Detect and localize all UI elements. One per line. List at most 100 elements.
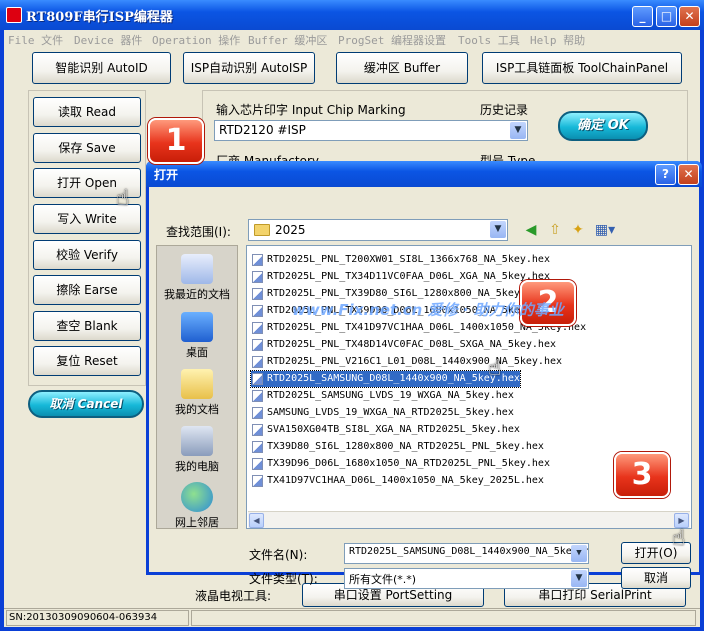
menu-tools[interactable]: Tools 工具 bbox=[458, 32, 520, 48]
ok-button[interactable]: 确定 OK bbox=[558, 111, 648, 141]
filename-label: 文件名(N): bbox=[249, 548, 308, 562]
file-name: TX41D97VC1HAA_D06L_1400x1050_NA_5key_202… bbox=[267, 475, 544, 486]
back-icon[interactable]: ◀ bbox=[521, 220, 541, 240]
erase-button[interactable]: 擦除 Earse bbox=[33, 275, 141, 305]
chevron-down-icon[interactable]: ▼ bbox=[510, 122, 526, 139]
menu-buffer[interactable]: Buffer 缓冲区 bbox=[248, 32, 327, 48]
hex-file-icon bbox=[252, 254, 263, 266]
file-name: TX39D96_D06L_1680x1050_NA_RTD2025L_PNL_5… bbox=[267, 458, 550, 469]
chevron-down-icon[interactable]: ▼ bbox=[571, 545, 587, 562]
file-item[interactable]: RTD2025L_SAMSUNG_D08L_1440x900_NA_5key.h… bbox=[250, 370, 521, 388]
autoisp-button[interactable]: ISP自动识别 AutoISP bbox=[183, 52, 315, 84]
cancel-button[interactable]: 取消 bbox=[621, 567, 691, 589]
filetype-value: 所有文件(*.*) bbox=[349, 573, 417, 586]
close-button[interactable]: ✕ bbox=[679, 6, 700, 27]
look-in-combo[interactable]: 2025 ▼ bbox=[248, 219, 508, 241]
file-item[interactable]: RTD2025L_PNL_T200XW01_SI8L_1366x768_NA_5… bbox=[251, 252, 550, 268]
title-bar[interactable]: RT809F串行ISP编程器 _ □ ✕ bbox=[0, 0, 704, 30]
file-name: SVA150XG04TB_SI8L_XGA_NA_RTD2025L_5key.h… bbox=[267, 424, 520, 435]
hex-file-icon bbox=[252, 356, 263, 368]
file-item[interactable]: RTD2025L_SAMSUNG_LVDS_19_WXGA_NA_5key.he… bbox=[251, 388, 514, 404]
open-file-dialog: 打开 ? ✕ 查找范围(I): 2025 ▼ ◀ ⇧ ✦ ▦▾ 我最近的文档 桌… bbox=[146, 161, 702, 589]
chevron-down-icon[interactable]: ▼ bbox=[490, 221, 506, 238]
hex-file-icon bbox=[252, 271, 263, 283]
serial-number-status: SN:20130309090604-063934 bbox=[6, 610, 189, 626]
help-button[interactable]: ? bbox=[655, 164, 676, 185]
history-label: 历史记录 bbox=[480, 103, 529, 117]
network-places-icon bbox=[181, 482, 213, 512]
filename-value: RTD2025L_SAMSUNG_D08L_1440x900_NA_5key.h… bbox=[349, 546, 589, 557]
recent-documents-icon bbox=[181, 254, 213, 284]
cancel-operation-button[interactable]: 取消 Cancel bbox=[28, 390, 144, 418]
new-folder-icon[interactable]: ✦ bbox=[568, 220, 588, 240]
menu-help[interactable]: Help 帮助 bbox=[530, 32, 585, 48]
menu-bar: File 文件 Device 器件 Operation 操作 Buffer 缓冲… bbox=[4, 30, 700, 48]
callout-step-3: 3 bbox=[614, 452, 670, 498]
pointer-hand-icon: ☝ bbox=[116, 186, 130, 211]
verify-button[interactable]: 校验 Verify bbox=[33, 240, 141, 270]
window-title: RT809F串行ISP编程器 bbox=[26, 10, 173, 25]
chip-marking-label: 输入芯片印字 Input Chip Marking bbox=[216, 103, 406, 117]
hex-file-icon bbox=[252, 322, 263, 334]
file-item[interactable]: RTD2025L_PNL_V216C1_L01_D08L_1440x900_NA… bbox=[251, 354, 562, 370]
hex-file-icon bbox=[252, 390, 263, 402]
look-in-label: 查找范围(I): bbox=[166, 225, 231, 239]
autoid-button[interactable]: 智能识别 AutoID bbox=[32, 52, 171, 84]
my-computer-icon bbox=[181, 426, 213, 456]
place-my-computer[interactable]: 我的电脑 bbox=[157, 426, 237, 474]
horizontal-scrollbar[interactable]: ◀ ▶ bbox=[248, 511, 690, 528]
chip-marking-combo[interactable]: RTD2120 #ISP ▼ bbox=[214, 120, 528, 141]
up-folder-icon[interactable]: ⇧ bbox=[545, 220, 565, 240]
file-item[interactable]: TX39D96_D06L_1680x1050_NA_RTD2025L_PNL_5… bbox=[251, 456, 550, 472]
blank-check-button[interactable]: 查空 Blank bbox=[33, 311, 141, 341]
hex-file-icon bbox=[252, 288, 263, 300]
maximize-button[interactable]: □ bbox=[656, 6, 677, 27]
file-item[interactable]: TX41D97VC1HAA_D06L_1400x1050_NA_5key_202… bbox=[251, 473, 544, 489]
scroll-left-icon[interactable]: ◀ bbox=[249, 513, 264, 528]
pointer-hand-icon: ☝ bbox=[488, 356, 502, 381]
chip-marking-value: RTD2120 #ISP bbox=[219, 123, 306, 137]
desktop-icon bbox=[181, 312, 213, 342]
place-recent[interactable]: 我最近的文档 bbox=[157, 254, 237, 302]
buffer-button[interactable]: 缓冲区 Buffer bbox=[336, 52, 468, 84]
file-name: RTD2025L_SAMSUNG_LVDS_19_WXGA_NA_5key.he… bbox=[267, 390, 514, 401]
folder-icon bbox=[254, 224, 270, 236]
dialog-title-bar[interactable]: 打开 ? ✕ bbox=[146, 161, 702, 187]
file-name: RTD2025L_PNL_TX48D14VC0FAC_D08L_SXGA_NA_… bbox=[267, 339, 556, 350]
file-item[interactable]: RTD2025L_PNL_TX48D14VC0FAC_D08L_SXGA_NA_… bbox=[251, 337, 556, 353]
filetype-select[interactable]: 所有文件(*.*) ▼ bbox=[344, 568, 589, 589]
file-item[interactable]: RTD2025L_PNL_TX34D11VC0FAA_D06L_XGA_NA_5… bbox=[251, 269, 550, 285]
place-desktop[interactable]: 桌面 bbox=[157, 312, 237, 360]
app-icon bbox=[6, 7, 22, 23]
dialog-body: 查找范围(I): 2025 ▼ ◀ ⇧ ✦ ▦▾ 我最近的文档 桌面 我的文档 bbox=[149, 187, 699, 589]
menu-file[interactable]: File 文件 bbox=[8, 32, 63, 48]
chevron-down-icon[interactable]: ▼ bbox=[571, 570, 587, 587]
toolchain-panel-button[interactable]: ISP工具链面板 ToolChainPanel bbox=[482, 52, 682, 84]
file-name: TX39D80_SI6L_1280x800_NA_RTD2025L_PNL_5k… bbox=[267, 441, 544, 452]
my-documents-icon bbox=[181, 369, 213, 399]
menu-device[interactable]: Device 器件 bbox=[74, 32, 142, 48]
place-my-documents[interactable]: 我的文档 bbox=[157, 369, 237, 417]
file-name: SAMSUNG_LVDS_19_WXGA_NA_RTD2025L_5key.he… bbox=[267, 407, 514, 418]
hex-file-icon bbox=[252, 305, 263, 317]
save-button[interactable]: 保存 Save bbox=[33, 133, 141, 163]
hex-file-icon bbox=[252, 458, 263, 470]
dialog-close-button[interactable]: ✕ bbox=[678, 164, 699, 185]
file-item[interactable]: TX39D80_SI6L_1280x800_NA_RTD2025L_PNL_5k… bbox=[251, 439, 544, 455]
menu-operation[interactable]: Operation 操作 bbox=[152, 32, 240, 48]
file-item[interactable]: SAMSUNG_LVDS_19_WXGA_NA_RTD2025L_5key.he… bbox=[251, 405, 514, 421]
hex-file-icon bbox=[252, 339, 263, 351]
dialog-title: 打开 bbox=[154, 168, 179, 182]
file-item[interactable]: SVA150XG04TB_SI8L_XGA_NA_RTD2025L_5key.h… bbox=[251, 422, 520, 438]
file-name: RTD2025L_PNL_TX34D11VC0FAA_D06L_XGA_NA_5… bbox=[267, 271, 550, 282]
reset-button[interactable]: 复位 Reset bbox=[33, 346, 141, 376]
file-name: RTD2025L_SAMSUNG_D08L_1440x900_NA_5key.h… bbox=[267, 373, 520, 384]
place-network[interactable]: 网上邻居 bbox=[157, 482, 237, 530]
minimize-button[interactable]: _ bbox=[632, 6, 653, 27]
look-in-value: 2025 bbox=[275, 223, 306, 237]
read-button[interactable]: 读取 Read bbox=[33, 97, 141, 127]
view-menu-icon[interactable]: ▦▾ bbox=[592, 220, 618, 240]
filename-input[interactable]: RTD2025L_SAMSUNG_D08L_1440x900_NA_5key.h… bbox=[344, 543, 589, 564]
hex-file-icon bbox=[252, 424, 263, 436]
menu-progset[interactable]: ProgSet 编程器设置 bbox=[338, 32, 446, 48]
